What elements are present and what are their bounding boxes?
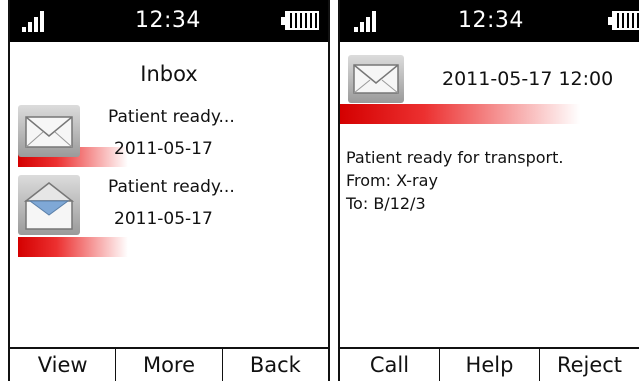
envelope-closed-icon [348,55,404,103]
message-from: From: X-ray [346,171,438,190]
softkey-bar: Call Help Reject [340,347,639,381]
message-to: To: B/12/3 [346,194,426,213]
back-button[interactable]: Back [222,349,328,381]
envelope-closed-icon [18,105,80,157]
status-bar: 12:34 [10,0,328,42]
message-highlight-bar [340,104,580,124]
message-preview: Patient ready... [108,177,235,197]
reject-button[interactable]: Reject [540,349,639,381]
page-title: Inbox [140,62,198,86]
message-item[interactable]: Patient ready... 2011-05-17 [18,175,318,265]
clock: 12:34 [135,8,201,33]
call-button[interactable]: Call [340,349,440,381]
envelope-open-icon [18,175,80,235]
message-detail-screen: 12:34 2011-05-17 12:00 Patient ready for… [338,0,639,381]
battery-icon [281,11,319,30]
status-bar: 12:34 [340,0,639,42]
message-datetime: 2011-05-17 12:00 [442,68,614,90]
signal-icon [22,10,48,32]
message-preview: Patient ready... [108,107,235,127]
softkey-bar: View More Back [10,347,328,381]
more-button[interactable]: More [116,349,223,381]
clock: 12:34 [458,8,524,33]
battery-icon [608,11,639,30]
message-date: 2011-05-17 [114,139,213,159]
view-button[interactable]: View [10,349,117,381]
message-body: Patient ready for transport. [346,148,564,167]
signal-icon [354,10,380,32]
message-date: 2011-05-17 [114,209,213,229]
inbox-screen: 12:34 Inbox Patient ready... 2011-05-17 … [8,0,330,381]
help-button[interactable]: Help [440,349,540,381]
message-highlight-bar [18,237,128,257]
